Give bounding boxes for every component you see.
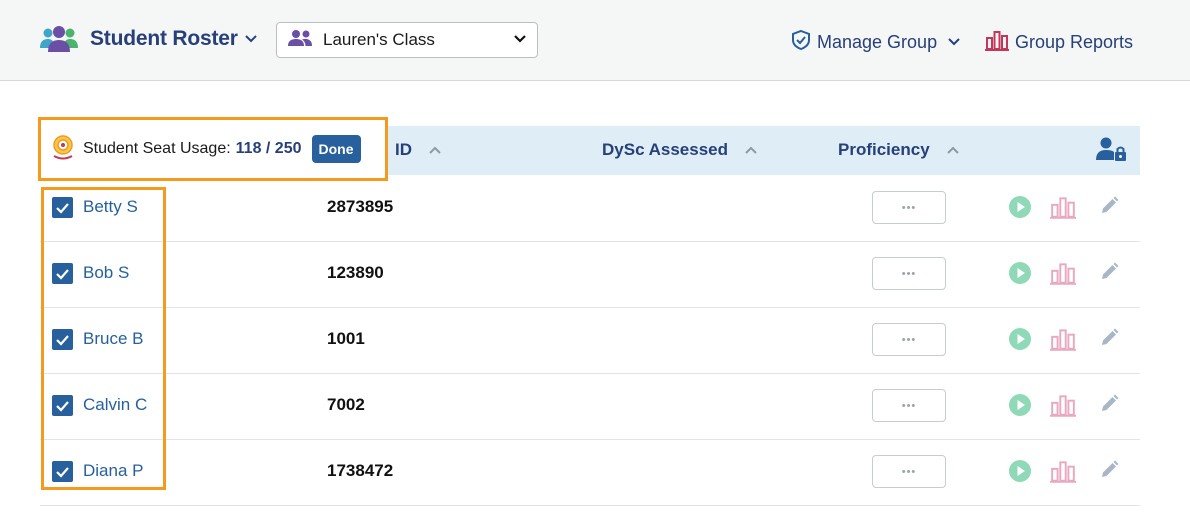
play-icon[interactable] — [1008, 327, 1032, 356]
column-header-id-label: ID — [395, 140, 412, 159]
pencil-icon[interactable] — [1098, 459, 1120, 486]
check-icon — [56, 268, 69, 280]
row-checkbox[interactable] — [52, 395, 73, 416]
check-icon — [56, 466, 69, 478]
done-button[interactable]: Done — [311, 135, 361, 163]
column-header-id[interactable]: ID — [395, 140, 442, 160]
table-row: Diana P 1738472 ••• — [40, 439, 1140, 506]
proficiency-more-button[interactable]: ••• — [872, 257, 946, 290]
column-header-proficiency-label: Proficiency — [838, 140, 930, 159]
pencil-icon[interactable] — [1098, 327, 1120, 354]
student-name-link[interactable]: Bob S — [83, 263, 129, 283]
manage-group-label: Manage Group — [817, 32, 938, 52]
student-id: 1738472 — [327, 461, 394, 480]
group-reports-link[interactable]: Group Reports — [985, 29, 1133, 56]
column-header-dysc-label: DySc Assessed — [602, 140, 729, 159]
check-icon — [56, 334, 69, 346]
seat-target-icon — [51, 134, 75, 165]
row-checkbox[interactable] — [52, 263, 73, 284]
pencil-icon[interactable] — [1098, 393, 1120, 420]
class-select[interactable]: Lauren's Class — [276, 22, 538, 58]
table-row: Bruce B 1001 ••• — [40, 307, 1140, 374]
more-label: ••• — [901, 201, 917, 214]
sort-up-icon[interactable] — [428, 145, 442, 155]
more-label: ••• — [901, 333, 917, 346]
bar-chart-icon[interactable] — [1050, 261, 1076, 290]
bar-chart-icon[interactable] — [1050, 393, 1076, 422]
sort-up-icon[interactable] — [946, 145, 960, 155]
class-select-value: Lauren's Class — [323, 30, 435, 49]
student-name-link[interactable]: Calvin C — [83, 395, 147, 415]
student-id: 123890 — [327, 263, 384, 282]
seat-usage-panel: Student Seat Usage: 118 / 250 Done — [38, 117, 388, 181]
more-label: ••• — [901, 267, 917, 280]
check-icon — [56, 202, 69, 214]
play-icon[interactable] — [1008, 459, 1032, 488]
proficiency-more-button[interactable]: ••• — [872, 455, 946, 488]
column-header-dysc[interactable]: DySc Assessed — [602, 140, 758, 160]
student-id: 1001 — [327, 329, 365, 348]
more-label: ••• — [901, 465, 917, 478]
seat-usage-label: Student Seat Usage: — [83, 140, 231, 157]
table-row: Calvin C 7002 ••• — [40, 373, 1140, 440]
play-icon[interactable] — [1008, 195, 1032, 224]
sort-up-icon[interactable] — [744, 145, 758, 155]
column-header-proficiency[interactable]: Proficiency — [838, 140, 960, 160]
top-bar: Student Roster Lauren's Class Manage Gro… — [0, 0, 1190, 81]
chevron-down-icon — [947, 34, 961, 52]
chevron-down-icon — [513, 31, 527, 49]
pencil-icon[interactable] — [1098, 195, 1120, 222]
play-icon[interactable] — [1008, 261, 1032, 290]
group-reports-label: Group Reports — [1015, 32, 1134, 52]
student-id: 7002 — [327, 395, 365, 414]
app-brand[interactable]: Student Roster — [40, 24, 258, 54]
bar-chart-icon[interactable] — [1050, 459, 1076, 488]
bar-chart-icon[interactable] — [1050, 327, 1076, 356]
proficiency-more-button[interactable]: ••• — [872, 389, 946, 422]
manage-group-menu[interactable]: Manage Group — [791, 29, 961, 56]
seat-usage-count: 118 / 250 — [235, 140, 302, 157]
student-id: 2873895 — [327, 197, 394, 216]
user-lock-icon[interactable] — [1096, 136, 1128, 169]
shield-check-icon — [791, 29, 811, 56]
play-icon[interactable] — [1008, 393, 1032, 422]
bar-chart-icon — [985, 29, 1009, 56]
table-row: Betty S 2873895 ••• — [40, 175, 1140, 242]
group-icon — [287, 29, 313, 52]
check-icon — [56, 400, 69, 412]
chevron-down-icon[interactable] — [244, 34, 258, 44]
student-name-link[interactable]: Diana P — [83, 461, 143, 481]
pencil-icon[interactable] — [1098, 261, 1120, 288]
row-checkbox[interactable] — [52, 329, 73, 350]
page-title: Student Roster — [90, 27, 238, 50]
users-icon — [40, 24, 78, 54]
more-label: ••• — [901, 399, 917, 412]
bar-chart-icon[interactable] — [1050, 195, 1076, 224]
proficiency-more-button[interactable]: ••• — [872, 191, 946, 224]
proficiency-more-button[interactable]: ••• — [872, 323, 946, 356]
student-name-link[interactable]: Betty S — [83, 197, 138, 217]
row-checkbox[interactable] — [52, 197, 73, 218]
row-checkbox[interactable] — [52, 461, 73, 482]
table-row: Bob S 123890 ••• — [40, 241, 1140, 308]
student-name-link[interactable]: Bruce B — [83, 329, 143, 349]
